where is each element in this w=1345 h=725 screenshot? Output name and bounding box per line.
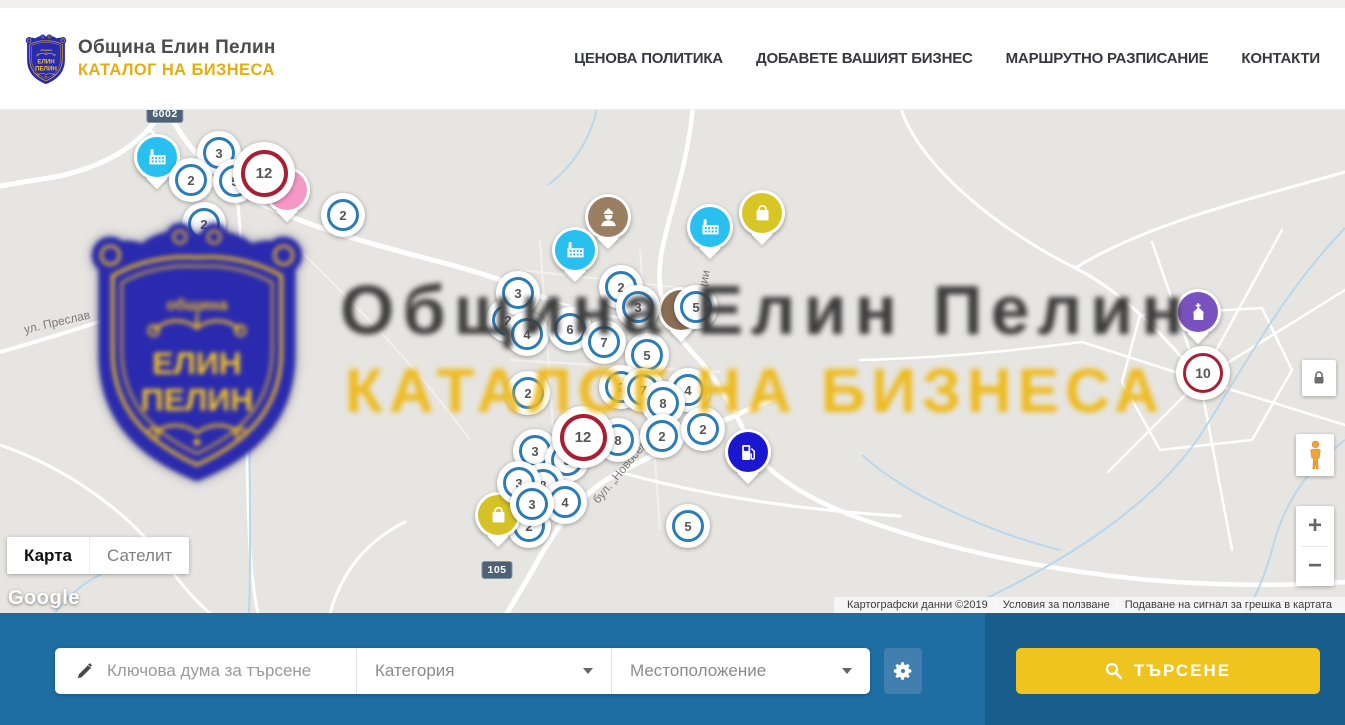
cluster-count: 3 [516, 488, 548, 520]
cluster-count: 3 [502, 277, 534, 309]
main-nav: ЦЕНОВА ПОЛИТИКА ДОБАВЕТЕ ВАШИЯТ БИЗНЕС М… [574, 50, 1320, 67]
keyword-field [55, 648, 357, 694]
church-icon [1187, 301, 1210, 324]
cluster-marker[interactable]: 2 [182, 202, 226, 246]
cluster-marker[interactable]: 2 [640, 414, 684, 458]
search-button-label: ТЪРСЕНЕ [1134, 661, 1231, 681]
lock-button[interactable] [1302, 360, 1336, 396]
category-dropdown[interactable]: Категория [357, 648, 612, 694]
cluster-marker[interactable]: 3 [510, 482, 554, 526]
zoom-control: + − [1296, 506, 1334, 586]
cluster-marker[interactable]: 3 [496, 271, 540, 315]
cluster-count: 5 [631, 339, 663, 371]
cluster-count: 10 [1183, 353, 1223, 393]
cluster-marker[interactable]: 12 [233, 142, 295, 204]
cluster-count: 2 [687, 413, 719, 445]
church-pin[interactable] [1175, 289, 1221, 335]
factory-icon [699, 216, 722, 239]
lock-icon [1311, 370, 1327, 386]
location-value: Местоположение [630, 661, 766, 681]
bag-icon [487, 504, 510, 527]
road-badge: 6002 [146, 110, 183, 123]
google-logo[interactable]: Google [8, 587, 80, 610]
map-type-map-button[interactable]: Карта [7, 537, 89, 574]
map-canvas[interactable]: 6002105ул. Преславбул. „Новоселции325122… [0, 110, 1345, 613]
pencil-icon [75, 662, 94, 681]
map-type-satellite-button[interactable]: Сателит [89, 537, 189, 574]
street-view-pegman-button[interactable] [1296, 434, 1334, 476]
cluster-marker[interactable]: 5 [674, 285, 718, 329]
report-error-link[interactable]: Подаване на сигнал за грешка в картата [1117, 599, 1339, 611]
worker-pin[interactable] [585, 194, 631, 240]
factory-icon [146, 146, 169, 169]
search-bar: Категория Местоположение ТЪРСЕНЕ [0, 613, 1345, 725]
nav-add-business[interactable]: ДОБАВЕТЕ ВАШИЯТ БИЗНЕС [756, 50, 973, 67]
fuel-station-pin[interactable] [725, 429, 771, 475]
fuel-icon [737, 441, 760, 464]
advanced-settings-button[interactable] [884, 648, 922, 694]
search-icon [1105, 662, 1123, 680]
top-strip [0, 0, 1345, 8]
nav-contacts[interactable]: КОНТАКТИ [1241, 50, 1320, 67]
cluster-count: 2 [188, 208, 220, 240]
cluster-count: 2 [175, 164, 207, 196]
cluster-marker[interactable]: 2 [681, 407, 725, 451]
worker-icon [597, 206, 620, 229]
search-button[interactable]: ТЪРСЕНЕ [1016, 648, 1320, 694]
attribution-copyright: Картографски данни ©2019 [840, 599, 995, 611]
cluster-marker[interactable]: 2 [169, 158, 213, 202]
road-badge: 105 [481, 561, 512, 579]
cluster-count: 5 [680, 291, 712, 323]
site-logo[interactable]: Община Елин Пелин КАТАЛОГ НА БИЗНЕСА [24, 32, 276, 86]
shopping-pin[interactable] [739, 190, 785, 236]
cluster-count: 4 [511, 318, 543, 350]
factory-pin[interactable] [687, 204, 733, 250]
map-type-control: Карта Сателит [7, 537, 189, 574]
page: Община Елин Пелин КАТАЛОГ НА БИЗНЕСА ЦЕН… [0, 0, 1345, 725]
cluster-count: 2 [512, 377, 544, 409]
cluster-count: 12 [560, 414, 607, 461]
cluster-count: 7 [588, 326, 620, 358]
header: Община Елин Пелин КАТАЛОГ НА БИЗНЕСА ЦЕН… [0, 8, 1345, 110]
zoom-out-button[interactable]: − [1296, 547, 1334, 587]
cluster-count: 5 [672, 510, 704, 542]
cluster-count: 3 [622, 291, 654, 323]
site-subtitle: КАТАЛОГ НА БИЗНЕСА [78, 61, 276, 80]
map-attribution: Картографски данни ©2019 Условия за полз… [834, 597, 1345, 613]
factory-pin[interactable] [552, 227, 598, 273]
cluster-marker[interactable]: 12 [552, 406, 614, 468]
pegman-icon [1307, 440, 1324, 470]
bag-icon [751, 202, 774, 225]
chevron-down-icon [583, 668, 593, 674]
chevron-down-icon [842, 668, 852, 674]
zoom-in-button[interactable]: + [1296, 506, 1334, 546]
cluster-count: 2 [327, 199, 359, 231]
terms-link[interactable]: Условия за ползване [995, 599, 1117, 611]
cluster-marker[interactable]: 5 [666, 504, 710, 548]
nav-route-schedule[interactable]: МАРШРУТНО РАЗПИСАНИЕ [1006, 50, 1209, 67]
category-value: Категория [375, 661, 454, 681]
street-label: ул. Преслав [23, 308, 92, 337]
location-dropdown[interactable]: Местоположение [612, 648, 870, 694]
site-title: Община Елин Пелин [78, 37, 276, 59]
keyword-input[interactable] [107, 661, 337, 681]
cluster-marker[interactable]: 10 [1176, 346, 1230, 400]
search-fields-group: Категория Местоположение [55, 648, 870, 694]
cluster-marker[interactable]: 2 [321, 193, 365, 237]
cluster-marker[interactable]: 3 [616, 285, 660, 329]
cluster-marker[interactable]: 7 [582, 320, 626, 364]
cluster-count: 2 [646, 420, 678, 452]
nav-pricing[interactable]: ЦЕНОВА ПОЛИТИКА [574, 50, 723, 67]
cluster-marker[interactable]: 4 [505, 312, 549, 356]
cluster-marker[interactable]: 2 [506, 371, 550, 415]
factory-icon [564, 239, 587, 262]
municipality-shield-icon [24, 32, 68, 86]
marker-layer: 6002105ул. Преславбул. „Новоселции325122… [0, 110, 1345, 613]
gear-icon [892, 660, 914, 682]
cluster-count: 12 [241, 150, 288, 197]
